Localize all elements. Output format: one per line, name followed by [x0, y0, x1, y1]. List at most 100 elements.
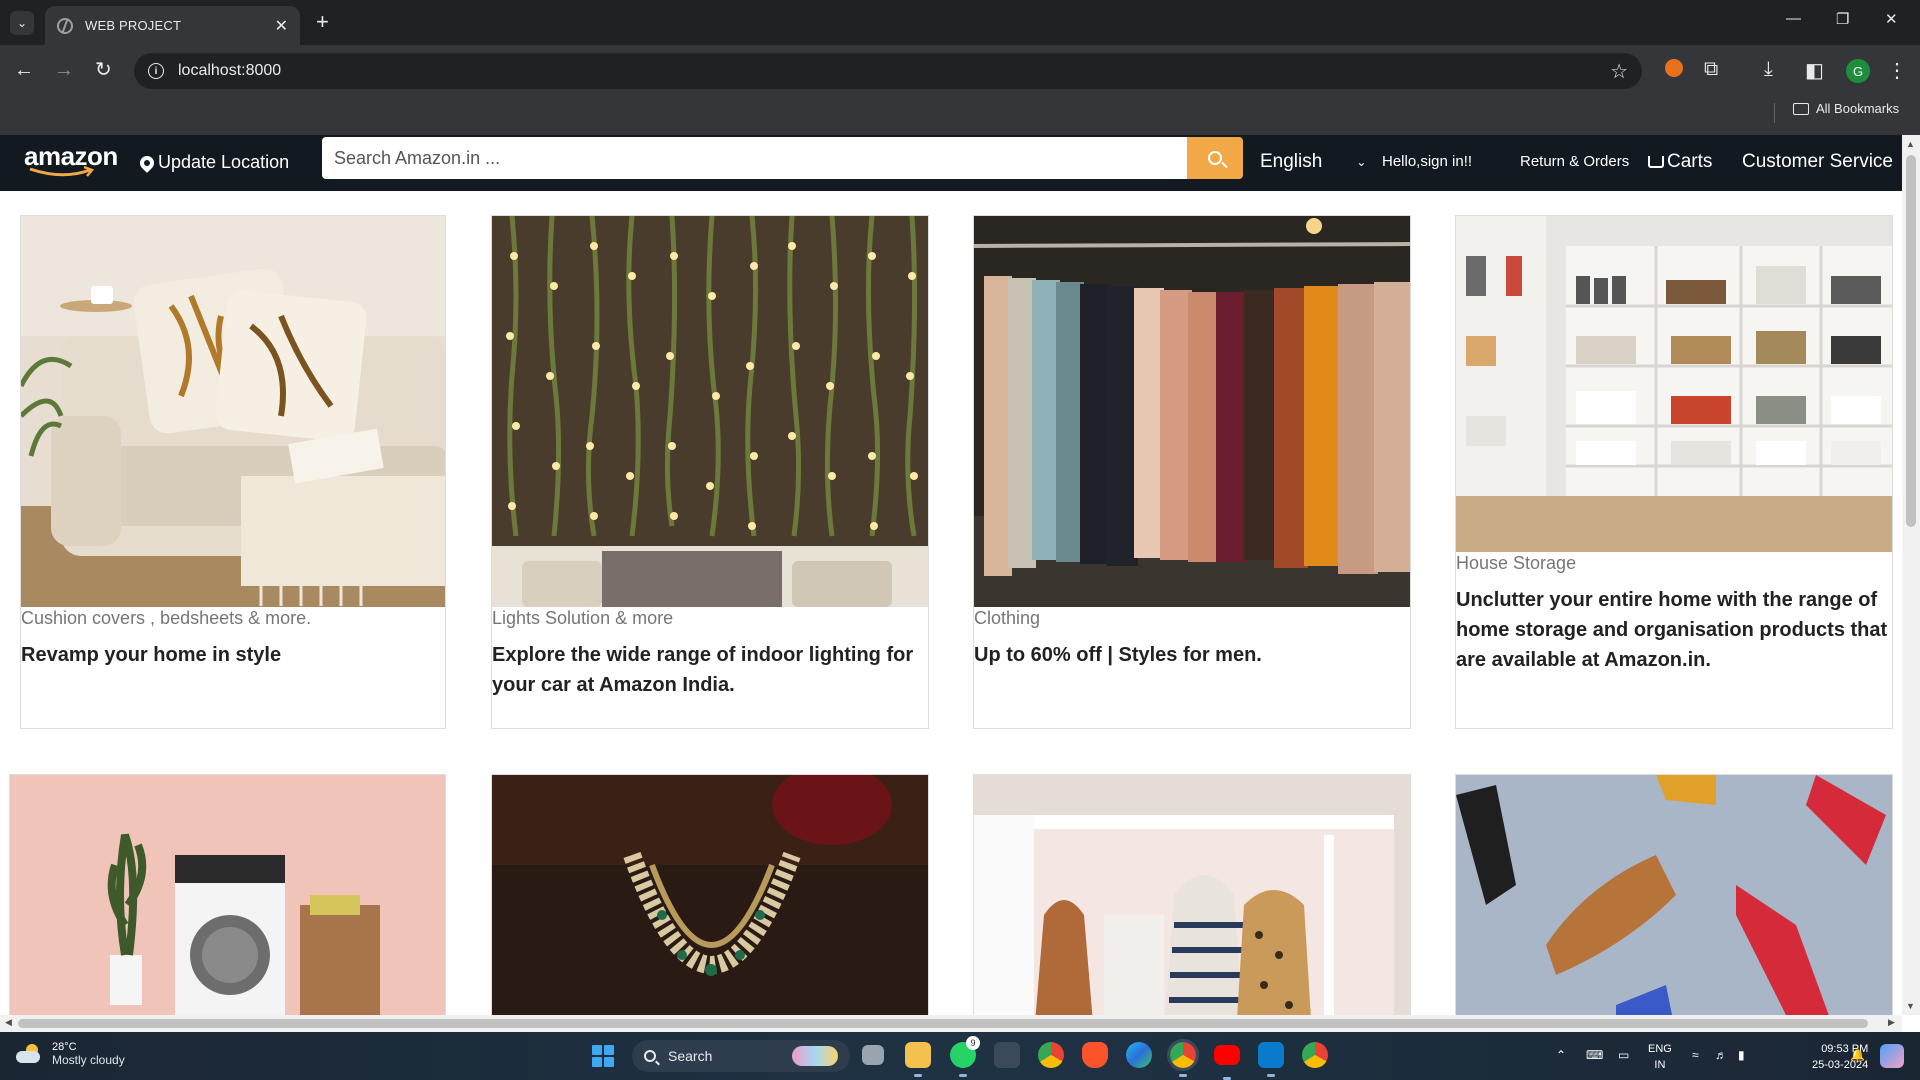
product-card[interactable] [973, 774, 1411, 1015]
reload-icon[interactable]: ↻ [95, 59, 112, 81]
weather-temperature: 28°C [52, 1041, 77, 1053]
notification-bell-icon[interactable]: 🔔 [1850, 1048, 1865, 1062]
new-tab-button[interactable]: + [316, 10, 329, 34]
dev-tool-icon[interactable] [994, 1042, 1020, 1068]
extension-icon[interactable] [1665, 59, 1683, 77]
whatsapp-icon[interactable]: 9 [950, 1036, 980, 1077]
scroll-left-icon[interactable]: ◀ [5, 1017, 12, 1028]
input-language[interactable]: ENG IN [1648, 1041, 1672, 1073]
search-field[interactable] [322, 137, 1187, 179]
flying-shoes-photo [1456, 775, 1892, 1015]
battery-icon[interactable]: ▮ [1738, 1048, 1745, 1062]
product-card[interactable]: Clothing Up to 60% off | Styles for men. [973, 215, 1411, 729]
card-category: Cushion covers , bedsheets & more. [21, 608, 312, 628]
product-card[interactable]: Lights Solution & more Explore the wide … [491, 215, 929, 729]
all-bookmarks-label: All Bookmarks [1816, 101, 1900, 116]
amazon-logo[interactable]: amazon [24, 141, 118, 177]
sofa-cushions-photo [21, 216, 445, 607]
all-bookmarks-button[interactable]: All Bookmarks [1793, 101, 1899, 116]
vscode-icon[interactable] [1258, 1042, 1284, 1077]
minimize-button[interactable]: — [1786, 10, 1801, 27]
bookmarks-bar: All Bookmarks [0, 97, 1920, 135]
cart-icon [1648, 156, 1664, 168]
search-icon [644, 1050, 656, 1062]
scroll-right-icon[interactable]: ▶ [1888, 1017, 1895, 1028]
bookmark-star-icon[interactable]: ☆ [1610, 59, 1628, 84]
copilot-icon[interactable] [1880, 1044, 1904, 1068]
file-explorer-icon[interactable] [905, 1042, 931, 1077]
returns-orders-link[interactable]: Return & Orders [1520, 153, 1629, 170]
brave-icon[interactable] [1082, 1042, 1108, 1068]
fairy-lights-wall-photo [492, 216, 928, 607]
product-grid: Cushion covers , bedsheets & more. Revam… [0, 191, 1902, 1015]
task-view-icon[interactable] [862, 1045, 884, 1065]
wifi-icon[interactable]: ≈ [1692, 1048, 1699, 1062]
product-card[interactable] [1455, 774, 1893, 1015]
search-highlight-icon [792, 1046, 838, 1066]
horizontal-scroll-thumb[interactable] [18, 1019, 1868, 1028]
product-card[interactable]: House Storage Unclutter your entire home… [1455, 215, 1893, 729]
tab-search-button[interactable]: ⌄ [10, 11, 34, 35]
display-icon[interactable]: ▭ [1618, 1048, 1629, 1062]
handbags-shelf-photo [974, 775, 1410, 1015]
show-hidden-icons[interactable]: ⌃ [1556, 1048, 1566, 1062]
windows-taskbar: 28°C Mostly cloudy Search 9 ⌃ ⌨ ▭ ENG IN… [0, 1032, 1920, 1080]
menu-icon[interactable]: ⋮ [1887, 58, 1907, 83]
horizontal-scrollbar[interactable]: ◀ ▶ [0, 1015, 1902, 1032]
side-panel-icon[interactable]: ◧ [1805, 58, 1824, 83]
customer-service-link[interactable]: Customer Service [1742, 151, 1893, 173]
card-description: Unclutter your entire home with the rang… [1456, 589, 1888, 671]
chrome-icon[interactable] [1038, 1042, 1064, 1068]
product-card[interactable] [491, 774, 929, 1015]
chrome-profile-icon[interactable] [1167, 1039, 1199, 1077]
language-label: English [1260, 151, 1323, 172]
card-description: Explore the wide range of indoor lightin… [492, 644, 914, 696]
partly-cloudy-icon [16, 1044, 42, 1064]
search-input[interactable] [334, 147, 1187, 169]
scroll-down-icon[interactable]: ▼ [1906, 1001, 1915, 1011]
carts-label: Carts [1667, 151, 1713, 172]
signin-link[interactable]: Hello,sign in!! [1382, 153, 1472, 170]
globe-icon [57, 17, 73, 34]
card-category: Lights Solution & more [492, 608, 674, 628]
download-icon[interactable]: ⤓ [1764, 58, 1773, 81]
location-pin-icon [137, 152, 157, 173]
carts-link[interactable]: Carts [1648, 151, 1712, 173]
update-location-button[interactable]: Update Location [137, 152, 289, 173]
clothes-rack-photo [974, 216, 1410, 607]
windows-start-icon[interactable] [592, 1045, 614, 1067]
site-info-icon[interactable]: i [148, 63, 164, 79]
profile-avatar[interactable]: G [1846, 59, 1870, 83]
weather-widget[interactable]: 28°C Mostly cloudy [16, 1041, 125, 1067]
back-icon[interactable]: ← [14, 59, 34, 81]
browser-tab[interactable]: WEB PROJECT ✕ [45, 6, 300, 45]
lang-line-2: IN [1654, 1059, 1666, 1071]
vertical-scroll-thumb[interactable] [1906, 155, 1916, 527]
amazon-navbar: amazon Update Location English ⌄ Hello,s… [0, 135, 1902, 191]
taskbar-search[interactable]: Search [632, 1040, 850, 1072]
product-card[interactable] [9, 774, 446, 1015]
extensions-icon[interactable]: ⧉ [1704, 58, 1718, 81]
search-button[interactable] [1187, 137, 1243, 179]
product-card[interactable]: Cushion covers , bedsheets & more. Revam… [20, 215, 446, 729]
address-bar[interactable]: i localhost:8000 ☆ [134, 53, 1642, 89]
browser-toolbar: ← → ↻ i localhost:8000 ☆ ⧉ ⤓ ◧ ⋮ [0, 45, 1920, 97]
scroll-up-icon[interactable]: ▲ [1906, 139, 1915, 149]
keyboard-icon[interactable]: ⌨ [1586, 1048, 1603, 1062]
vertical-scrollbar[interactable]: ▲ ▼ [1902, 135, 1920, 1015]
whatsapp-badge: 9 [966, 1036, 980, 1050]
weather-condition: Mostly cloudy [52, 1053, 125, 1067]
forward-icon[interactable]: → [54, 59, 74, 81]
language-select[interactable]: English ⌄ [1260, 151, 1366, 173]
close-tab-icon[interactable]: ✕ [275, 16, 288, 36]
close-window-button[interactable]: ✕ [1885, 10, 1898, 28]
edge-icon[interactable] [1126, 1042, 1152, 1068]
chrome-secondary-icon[interactable] [1302, 1042, 1328, 1068]
restore-button[interactable]: ❐ [1836, 10, 1849, 28]
card-category: House Storage [1456, 553, 1577, 573]
tab-title: WEB PROJECT [85, 18, 182, 33]
volume-icon[interactable]: ♬ [1715, 1048, 1727, 1062]
youtube-icon[interactable] [1214, 1045, 1240, 1080]
browser-tab-bar: ⌄ WEB PROJECT ✕ + — ❐ ✕ [0, 0, 1920, 45]
taskbar-search-label: Search [668, 1048, 713, 1064]
